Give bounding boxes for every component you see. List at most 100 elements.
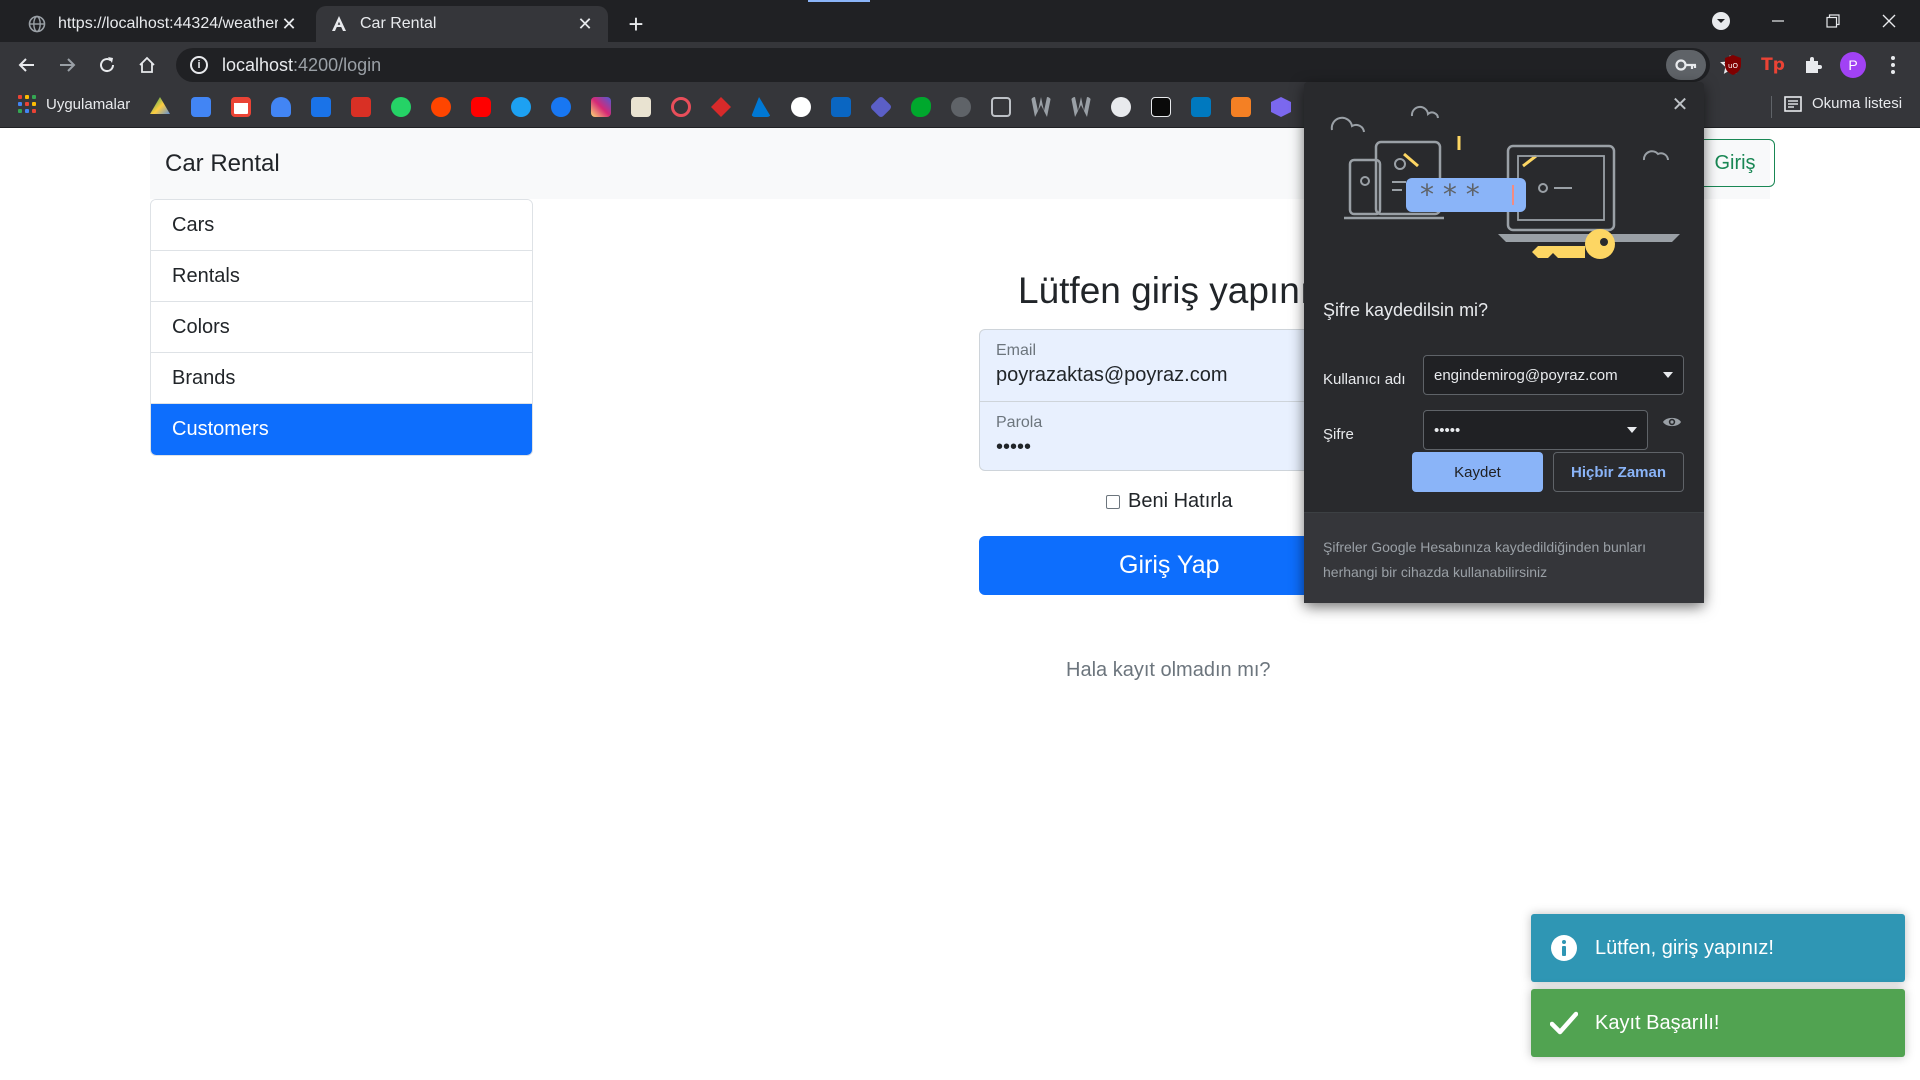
sidebar-item-brands[interactable]: Brands — [151, 353, 532, 404]
sidebar-item-colors[interactable]: Colors — [151, 302, 532, 353]
login-title: Lütfen giriş yapınız — [1018, 270, 1329, 311]
tab-weather[interactable]: https://localhost:44324/weatherf ✕ — [14, 6, 312, 42]
sidebar-item-cars[interactable]: Cars — [151, 200, 532, 251]
tp-extension-icon[interactable]: Tp — [1758, 50, 1788, 80]
remember-checkbox[interactable] — [1106, 494, 1120, 509]
apps-shortcut[interactable]: Uygulamalar — [18, 95, 130, 113]
save-password-button[interactable]: Kaydet — [1412, 452, 1543, 492]
sidebar-item-customers[interactable]: Customers — [151, 404, 532, 455]
profile-avatar[interactable]: P — [1838, 50, 1868, 80]
app-brand[interactable]: Car Rental — [165, 150, 280, 178]
w2-bookmark-icon[interactable] — [1071, 97, 1091, 117]
restore-icon[interactable] — [1810, 2, 1856, 40]
login-submit-button[interactable]: Giriş Yap — [979, 536, 1329, 595]
apps-label: Uygulamalar — [46, 95, 131, 113]
github-bookmark-icon[interactable] — [791, 97, 811, 117]
remember-me[interactable]: Beni Hatırla — [1106, 490, 1233, 513]
password-key-icon[interactable] — [1666, 50, 1706, 80]
orange-bookmark-icon[interactable] — [1231, 97, 1251, 117]
azure-bookmark-icon[interactable] — [751, 97, 771, 117]
home-icon[interactable] — [130, 48, 164, 82]
window-close-icon[interactable] — [1866, 2, 1912, 40]
save-password-popup: ✕ * * * Şifre kaydedilsin mi? Kullanıcı … — [1304, 82, 1704, 603]
gmail-bookmark-icon[interactable] — [231, 97, 251, 117]
login-submit-label: Giriş Yap — [1119, 551, 1220, 579]
classroom-bookmark-icon[interactable] — [271, 97, 291, 117]
show-password-eye-icon[interactable] — [1660, 410, 1684, 434]
youtube-bookmark-icon[interactable] — [471, 97, 491, 117]
screen: https://localhost:44324/weatherf ✕ Car R… — [0, 0, 1920, 1080]
bookmarks-separator — [1771, 96, 1772, 118]
site-info-icon[interactable]: i — [190, 56, 208, 74]
apps-grid-icon — [18, 95, 36, 113]
teams-bookmark-icon[interactable] — [869, 95, 893, 119]
red-bookmark-icon[interactable] — [711, 97, 731, 117]
password-select[interactable]: ••••• — [1423, 410, 1648, 450]
linkedin-bookmark-icon[interactable] — [831, 97, 851, 117]
username-value: engindemirog@poyraz.com — [1434, 366, 1618, 384]
browser-toolbar: i localhost:4200/login uO Tp P — [0, 42, 1920, 86]
extensions-puzzle-icon[interactable] — [1798, 50, 1828, 80]
reload-icon[interactable] — [90, 48, 124, 82]
drive-bookmark-icon[interactable] — [150, 97, 170, 114]
password-value: ••••• — [996, 436, 1032, 458]
address-host: localhost — [222, 54, 294, 75]
email-label: Email — [996, 342, 1037, 359]
tab-title: https://localhost:44324/weatherf — [58, 15, 278, 32]
hackerrank-bookmark-icon[interactable] — [1151, 97, 1171, 117]
chevron-down-icon — [1627, 427, 1637, 433]
minimize-icon[interactable] — [1755, 2, 1801, 40]
email-value: poyrazaktas@poyraz.com — [996, 364, 1228, 386]
ring-bookmark-icon[interactable] — [671, 97, 691, 117]
toast-info-text: Lütfen, giriş yapınız! — [1595, 936, 1774, 959]
translate-bookmark-icon[interactable] — [311, 97, 331, 117]
email-field[interactable]: Email poyrazaktas@poyraz.com — [979, 329, 1329, 401]
toast-success-text: Kayıt Başarılı! — [1595, 1011, 1720, 1034]
twitter-bookmark-icon[interactable] — [511, 97, 531, 117]
toast-info[interactable]: Lütfen, giriş yapınız! — [1531, 914, 1905, 982]
reddit-bookmark-icon[interactable] — [431, 97, 451, 117]
check-icon — [1549, 1008, 1579, 1038]
popup-title: Şifre kaydedilsin mi? — [1323, 300, 1489, 320]
globe-icon — [28, 15, 46, 33]
profile-dropdown-icon[interactable] — [1698, 2, 1744, 40]
username-select[interactable]: engindemirog@poyraz.com — [1423, 355, 1684, 395]
reading-list-label: Okuma listesi — [1812, 95, 1903, 112]
register-link[interactable]: Hala kayıt olmadın mı? — [1066, 659, 1271, 682]
new-tab-button[interactable]: + — [620, 8, 652, 40]
facebook-bookmark-icon[interactable] — [551, 97, 571, 117]
address-bar[interactable]: i localhost:4200/login — [176, 48, 1740, 82]
reading-list[interactable]: Okuma listesi — [1784, 95, 1902, 112]
swirl-bookmark-icon[interactable] — [1111, 97, 1131, 117]
browser-tab-strip: https://localhost:44324/weatherf ✕ Car R… — [0, 0, 1920, 42]
ublock-icon[interactable]: uO — [1718, 50, 1748, 80]
password-label: Parola — [996, 414, 1043, 431]
tumblr-bookmark-icon[interactable] — [351, 97, 371, 117]
never-save-button[interactable]: Hiçbir Zaman — [1553, 452, 1684, 492]
sidebar-menu: Cars Rentals Colors Brands Customers — [150, 199, 533, 456]
trello-bookmark-icon[interactable] — [1191, 97, 1211, 117]
network-bookmark-icon[interactable] — [991, 97, 1011, 117]
shield-bookmark-icon[interactable] — [1271, 97, 1291, 117]
w-bookmark-icon[interactable] — [1031, 97, 1051, 117]
calendar-bookmark-icon[interactable] — [191, 97, 211, 117]
password-label: Şifre — [1323, 426, 1354, 443]
svg-text:uO: uO — [1728, 62, 1738, 70]
tab-car-rental[interactable]: Car Rental ✕ — [316, 6, 608, 42]
tab-close-icon[interactable]: ✕ — [574, 13, 596, 35]
sidebar-item-rentals[interactable]: Rentals — [151, 251, 532, 302]
reading-list-icon — [1784, 95, 1802, 112]
back-icon[interactable] — [10, 48, 44, 82]
svg-text:* * *: * * * — [1420, 178, 1480, 211]
menu-kebab-icon[interactable] — [1878, 50, 1908, 80]
password-field[interactable]: Parola ••••• — [979, 401, 1329, 471]
whatsapp-bookmark-icon[interactable] — [391, 97, 411, 117]
forward-icon[interactable] — [50, 48, 84, 82]
nav-login-button[interactable]: Giriş — [1695, 139, 1775, 187]
tab-close-icon[interactable]: ✕ — [278, 13, 300, 35]
evernote-bookmark-icon[interactable] — [911, 97, 931, 117]
toast-success[interactable]: Kayıt Başarılı! — [1531, 989, 1905, 1057]
graduation-bookmark-icon[interactable] — [951, 97, 971, 117]
goodreads-bookmark-icon[interactable] — [631, 97, 651, 117]
instagram-bookmark-icon[interactable] — [591, 97, 611, 117]
